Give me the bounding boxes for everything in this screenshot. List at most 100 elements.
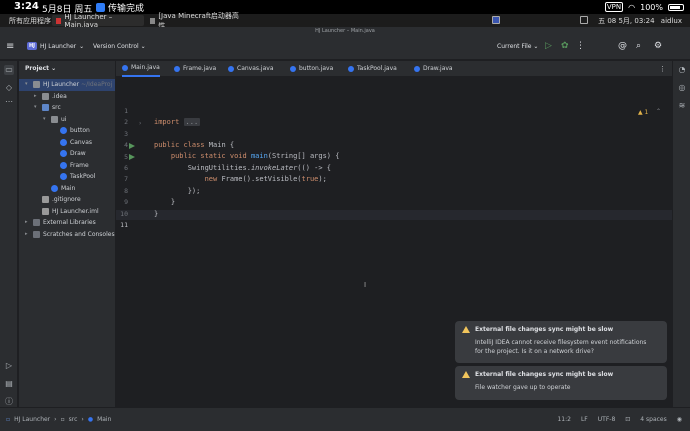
tray-app-icon[interactable] bbox=[492, 16, 500, 24]
project-tree: ▾ HJ Launcher ~/IdeaProj ▸ .idea ▾ src ▾ ui butto… bbox=[19, 79, 115, 240]
editor-tabs: Main.java Frame.java Canvas.java button.jav… bbox=[116, 61, 672, 77]
expand-arrow-icon[interactable]: ▾ bbox=[43, 114, 46, 126]
run-class-icon[interactable] bbox=[129, 143, 135, 149]
code-token: } bbox=[154, 210, 159, 218]
editor-tab[interactable]: Draw.java bbox=[414, 61, 453, 77]
line-number: 3 bbox=[124, 129, 128, 138]
line-number: 10 bbox=[120, 209, 128, 218]
tree-item[interactable]: Draw bbox=[19, 148, 115, 160]
project-switcher[interactable]: HJ HJ Launcher ⌄ bbox=[27, 42, 84, 50]
commit-tool-icon[interactable]: ◇ bbox=[4, 83, 14, 93]
editor-tab[interactable]: Frame.java bbox=[174, 61, 216, 77]
file-encoding[interactable]: UTF-8 bbox=[598, 416, 616, 423]
tabs-more-icon[interactable]: ⋮ bbox=[659, 65, 666, 73]
tree-item-hint: ~/IdeaProj bbox=[81, 81, 113, 88]
cls-icon bbox=[60, 173, 67, 180]
vcs-status-icon[interactable]: ◉ bbox=[677, 416, 682, 423]
bluetooth-transfer-icon bbox=[96, 3, 105, 12]
tree-item[interactable]: ▾ src bbox=[19, 102, 115, 114]
collapse-arrow-icon[interactable]: ▸ bbox=[34, 91, 37, 103]
notification-card[interactable]: External file changes sync might be slow… bbox=[455, 366, 667, 400]
notifications-icon[interactable]: ◔ bbox=[677, 65, 687, 75]
code-token: import bbox=[154, 118, 180, 126]
run-button[interactable]: ▷ bbox=[545, 41, 552, 51]
warning-count[interactable]: ▲ 1 bbox=[638, 109, 648, 116]
tree-item[interactable]: button bbox=[19, 125, 115, 137]
caret-position[interactable]: 11:2 bbox=[557, 416, 570, 423]
srcfolder-icon bbox=[42, 104, 49, 111]
run-tool-icon[interactable]: ▷ bbox=[4, 361, 14, 371]
problems-tool-icon[interactable]: ⓘ bbox=[4, 397, 14, 407]
terminal-tool-icon[interactable]: ▤ bbox=[4, 379, 14, 389]
line-number: 9 bbox=[124, 198, 128, 207]
line-separator[interactable]: LF bbox=[581, 416, 588, 423]
project-tool-icon[interactable]: ▭ bbox=[4, 65, 14, 75]
collapse-arrow-icon[interactable]: ▸ bbox=[25, 229, 28, 241]
project-panel-header[interactable]: Project ⌄ bbox=[25, 65, 56, 72]
notification-card[interactable]: External file changes sync might be slow… bbox=[455, 321, 667, 363]
tree-item[interactable]: ▸ .idea bbox=[19, 91, 115, 103]
tree-item-text: TaskPool bbox=[70, 173, 96, 180]
ai-chat-icon[interactable]: ◎ bbox=[677, 83, 687, 93]
tree-item-label: .idea bbox=[52, 91, 67, 103]
more-tools-icon[interactable]: ⋯ bbox=[4, 97, 14, 107]
tree-item[interactable]: HJ Launcher.iml bbox=[19, 206, 115, 218]
tree-item-text: Canvas bbox=[70, 138, 93, 146]
tree-item-text: Main bbox=[61, 184, 76, 192]
tree-item[interactable]: ▾ HJ Launcher ~/IdeaProj bbox=[19, 79, 115, 91]
tree-item[interactable]: TaskPool bbox=[19, 171, 115, 183]
ai-assistant-icon[interactable]: @ bbox=[618, 41, 627, 51]
fold-icon[interactable]: › bbox=[139, 120, 141, 127]
tree-item-text: button bbox=[70, 127, 90, 134]
vpn-badge: VPN bbox=[604, 2, 624, 12]
code-line-6: SwingUtilities.invokeLater(() -> { bbox=[154, 164, 331, 172]
main-menu-icon[interactable]: ≡ bbox=[6, 42, 14, 52]
tree-item-label: Main bbox=[61, 183, 75, 195]
readonly-lock-icon[interactable]: ⊡ bbox=[625, 416, 630, 423]
vcs-menu[interactable]: Version Control ⌄ bbox=[93, 43, 146, 50]
main-toolbar: ≡ HJ HJ Launcher ⌄ Version Control ⌄ Cur… bbox=[0, 36, 690, 60]
editor-tab[interactable]: Main.java bbox=[122, 61, 160, 77]
run-main-icon[interactable] bbox=[129, 154, 135, 160]
tree-item[interactable]: .gitignore bbox=[19, 194, 115, 206]
breadcrumb-item[interactable]: src bbox=[69, 416, 78, 423]
tree-item[interactable]: Main bbox=[19, 183, 115, 195]
window-title: HJ Launcher – Main.java bbox=[0, 27, 690, 36]
breadcrumb-item[interactable]: HJ Launcher bbox=[14, 416, 50, 423]
search-icon[interactable]: ⌕ bbox=[636, 41, 641, 51]
expand-arrow-icon[interactable]: ▾ bbox=[34, 102, 37, 114]
code-token: public class bbox=[154, 141, 205, 149]
warning-count-value: 1 bbox=[644, 109, 649, 116]
battery-percent: 100% bbox=[640, 2, 663, 12]
left-tool-strip: ▭ ◇ ⋯ ▷ ▤ ⓘ bbox=[0, 61, 18, 407]
code-token: public static void bbox=[170, 152, 247, 160]
debug-button[interactable]: ✿ bbox=[561, 41, 569, 51]
chevron-right-icon: › bbox=[81, 416, 84, 423]
folded-imports[interactable]: ... bbox=[183, 118, 201, 126]
editor-tab[interactable]: Canvas.java bbox=[228, 61, 274, 77]
tree-item[interactable]: Frame bbox=[19, 160, 115, 172]
all-apps-menu[interactable]: 所有应用程序 bbox=[9, 16, 51, 26]
more-actions-button[interactable]: ⋮ bbox=[576, 41, 585, 51]
tree-item[interactable]: ▾ ui bbox=[19, 114, 115, 126]
taskbar-window-browser[interactable]: [Java Minecraft启动器高性... bbox=[146, 12, 246, 30]
taskbar-window-ide[interactable]: HJ Launcher – Main.java bbox=[52, 13, 144, 29]
breadcrumb-item[interactable]: Main bbox=[97, 416, 111, 423]
tree-item[interactable]: Canvas bbox=[19, 137, 115, 149]
chevron-up-icon[interactable]: ⌃ bbox=[656, 108, 661, 115]
notification-body: IntelliJ IDEA cannot receive filesystem … bbox=[475, 339, 647, 355]
collapse-arrow-icon[interactable]: ▸ bbox=[25, 217, 28, 229]
editor-tab[interactable]: button.java bbox=[290, 61, 333, 77]
folder-icon bbox=[51, 115, 58, 123]
tree-item[interactable]: ▸ Scratches and Consoles bbox=[19, 229, 115, 241]
tray-window-icon[interactable] bbox=[580, 16, 588, 24]
tree-item-label: HJ Launcher ~/IdeaProj bbox=[43, 79, 112, 91]
editor-tab[interactable]: TaskPool.java bbox=[348, 61, 397, 77]
expand-arrow-icon[interactable]: ▾ bbox=[25, 79, 28, 91]
cls-icon bbox=[60, 138, 67, 146]
database-icon[interactable]: ≋ bbox=[677, 101, 687, 111]
run-config-select[interactable]: Current File ⌄ bbox=[497, 43, 538, 50]
settings-gear-icon[interactable]: ⚙ bbox=[654, 41, 662, 51]
indent-setting[interactable]: 4 spaces bbox=[640, 416, 666, 423]
tree-item[interactable]: ▸ External Libraries bbox=[19, 217, 115, 229]
